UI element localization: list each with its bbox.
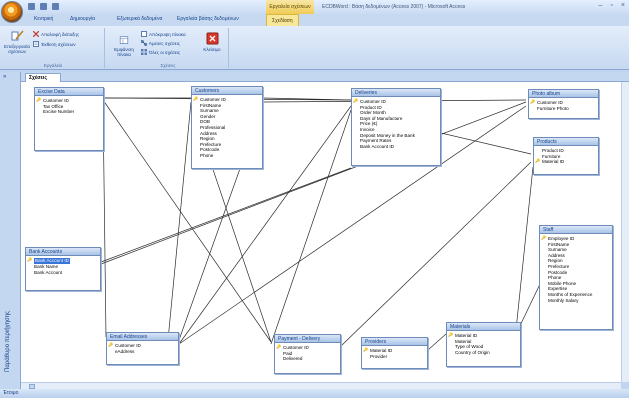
table-providers[interactable]: Providers Material ID Provider [361, 337, 428, 369]
table-title[interactable]: Bank Accounts [26, 248, 100, 256]
contextual-tab-group-label: Εργαλεία σχέσεων [266, 0, 314, 14]
ribbon: Επεξεργασία σχέσεων Απαλοιφή διάταξης Έκ… [0, 26, 629, 70]
table-customers[interactable]: Customers Customer ID FirstName Surname … [191, 86, 263, 169]
tab-design[interactable]: Σχεδίαση [266, 14, 299, 26]
all-relationships-icon [141, 49, 147, 55]
quick-access-toolbar [28, 3, 59, 10]
direct-relationships-icon [141, 40, 147, 46]
direct-relationships-button[interactable]: Άμεσες σχέσεις [141, 40, 180, 46]
table-title[interactable]: Email Addresses [107, 333, 178, 341]
table-excise-data[interactable]: Excise Data Customer ID Tax Office Excis… [34, 87, 104, 151]
tab-relationships-document[interactable]: Σχέσεις [25, 73, 61, 82]
close-relationships-button[interactable]: Κλείσιμο [198, 32, 226, 52]
field-row[interactable]: Material ID [535, 158, 598, 165]
relationship-line[interactable] [270, 109, 352, 345]
close-window-button[interactable]: × [621, 2, 625, 9]
relationship-line[interactable] [427, 333, 447, 351]
relationships-group-label: Σχέσεις [160, 63, 176, 68]
minimize-button[interactable]: – [599, 2, 603, 9]
field-row[interactable]: Country of Origin [455, 350, 520, 356]
window-controls: – ▫ × [599, 2, 625, 9]
table-email-addresses[interactable]: Email Addresses Customer ID eAddress [106, 332, 179, 365]
table-title[interactable]: Staff [540, 226, 612, 234]
office-button[interactable] [1, 1, 23, 23]
relationship-line[interactable] [515, 166, 534, 331]
tab-create[interactable]: Δημιουργία [70, 16, 95, 22]
table-title[interactable]: Providers [362, 338, 427, 346]
table-title[interactable]: Excise Data [35, 88, 103, 96]
title-bar: Εργαλεία σχέσεων ECDBWord : Βάση δεδομέν… [0, 0, 629, 23]
show-table-button[interactable]: Εμφάνιση πίνακα [110, 36, 138, 57]
clear-x-icon [33, 31, 39, 37]
table-title[interactable]: Deliveries [352, 89, 440, 97]
relationship-line[interactable] [100, 167, 352, 263]
tab-external-data[interactable]: Εξωτερικά δεδομένα [117, 16, 162, 22]
tools-group: Επεξεργασία σχέσεων Απαλοιφή διάταξης Έκ… [2, 28, 105, 68]
clear-layout-button[interactable]: Απαλοιφή διάταξης [33, 31, 79, 37]
relationships-canvas[interactable]: Excise Data Customer ID Tax Office Excis… [21, 82, 621, 382]
table-title[interactable]: Customers [192, 87, 262, 95]
maximize-button[interactable]: ▫ [610, 2, 612, 9]
show-table-icon [119, 36, 129, 44]
hide-table-button[interactable]: Απόκρυψη πίνακα [141, 31, 186, 37]
close-icon [206, 32, 218, 45]
field-row[interactable]: Delivered [283, 356, 340, 362]
undo-icon[interactable] [40, 3, 47, 10]
table-title[interactable]: Photo album [529, 90, 598, 98]
field-row[interactable]: Furniture Photo [537, 106, 598, 112]
field-row[interactable]: Monthly Salary [548, 298, 612, 304]
relationships-group: Εμφάνιση πίνακα Απόκρυψη πίνακα Άμεσες σ… [108, 28, 229, 68]
field-row[interactable]: Bank Account [34, 270, 100, 276]
ribbon-tabs: Κεντρική Δημιουργία Εξωτερικά δεδομένα Ε… [0, 14, 629, 26]
save-icon[interactable] [28, 3, 35, 10]
window-title: ECDBWord : Βάση δεδομένων (Access 2007) … [322, 4, 466, 10]
nav-pane-label: Παράθυρο περιήγησης [5, 311, 11, 372]
field-row[interactable]: Phone [200, 153, 262, 159]
field-row[interactable]: Provider [370, 354, 427, 360]
relationship-line[interactable] [100, 101, 527, 265]
field-row[interactable]: Bank Account ID [360, 144, 440, 150]
table-payment-delivery[interactable]: Payment - Delivery Customer ID Paid Deli… [274, 334, 341, 374]
tools-group-label: Εργαλεία [43, 63, 63, 68]
relationship-report-button[interactable]: Έκθεση σχέσεων [33, 41, 75, 47]
vertical-scrollbar[interactable] [621, 82, 629, 382]
table-bank-accounts[interactable]: Bank Accounts Bank Account ID Bank Name … [25, 247, 101, 291]
field-row-selected[interactable]: Bank Account ID [27, 257, 70, 264]
nav-pane-toggle[interactable]: » [3, 74, 6, 80]
table-photo-album[interactable]: Photo album Customer ID Furniture Photo [528, 89, 599, 119]
table-title[interactable]: Materials [447, 323, 520, 331]
edit-relationships-icon [11, 30, 24, 41]
all-relationships-button[interactable]: Όλες οι σχέσεις [141, 49, 180, 55]
status-text: Έτοιμο [3, 390, 19, 396]
field-row[interactable]: Excise Number [43, 109, 103, 115]
document-tab-strip: Σχέσεις [21, 72, 629, 82]
hide-table-icon [141, 31, 147, 37]
tab-home[interactable]: Κεντρική [34, 16, 53, 22]
table-deliveries[interactable]: Deliveries Customer ID Product ID Order … [351, 88, 441, 166]
edit-relationships-button[interactable]: Επεξεργασία σχέσεων [4, 29, 30, 54]
relationship-line[interactable] [340, 161, 532, 347]
report-icon [33, 41, 39, 47]
table-materials[interactable]: Materials Material ID Material Type of W… [446, 322, 521, 367]
table-title[interactable]: Payment - Delivery [275, 335, 340, 343]
tab-database-tools[interactable]: Εργαλεία βάσης δεδομένων [177, 16, 239, 22]
field-row[interactable]: eAddress [115, 349, 178, 355]
redo-icon[interactable] [52, 3, 59, 10]
navigation-pane[interactable]: » Παράθυρο περιήγησης [0, 72, 21, 389]
table-products[interactable]: Products Product ID Furniture Material I… [533, 137, 599, 175]
status-bar: Έτοιμο [0, 389, 629, 398]
table-staff[interactable]: Staff Employee ID FirstName Surname Addr… [539, 225, 613, 330]
relationship-line[interactable] [167, 101, 192, 341]
horizontal-scrollbar[interactable] [21, 382, 621, 389]
table-title[interactable]: Products [534, 138, 598, 146]
